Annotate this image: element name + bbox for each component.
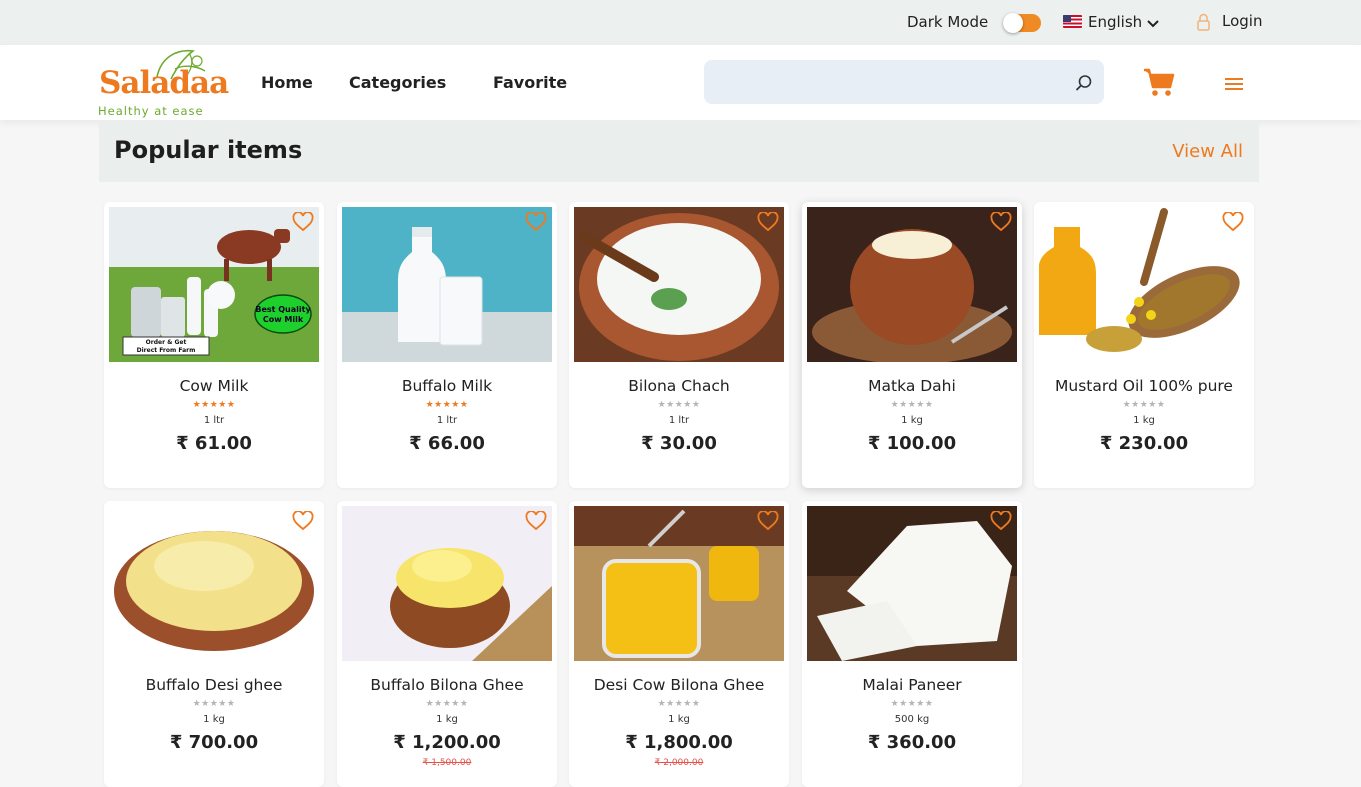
heart-icon[interactable] (757, 511, 779, 531)
product-unit: 1 kg (203, 714, 225, 725)
product-image[interactable] (807, 207, 1017, 362)
heart-icon[interactable] (990, 212, 1012, 232)
product-price: ₹ 66.00 (409, 433, 485, 454)
cart-icon[interactable] (1143, 67, 1175, 97)
product-card-dahi[interactable]: Matka Dahi ★★★★★ 1 kg ₹ 100.00 (802, 202, 1022, 488)
heart-icon[interactable] (990, 511, 1012, 531)
heart-icon[interactable] (525, 212, 547, 232)
nav-categories[interactable]: Categories (349, 73, 446, 92)
product-card-cow-milk[interactable]: Best Quality Cow Milk Order & Get Direct… (104, 202, 324, 488)
rating-stars: ★★★★★ (425, 699, 469, 709)
product-name[interactable]: Buffalo Desi ghee (104, 676, 324, 694)
product-price: ₹ 1,800.00 (625, 732, 733, 753)
popular-items-header: Popular items View All (99, 121, 1259, 182)
product-card-mustard-oil[interactable]: Mustard Oil 100% pure ★★★★★ 1 kg ₹ 230.0… (1034, 202, 1254, 488)
product-name[interactable]: Malai Paneer (802, 676, 1022, 694)
product-price: ₹ 30.00 (641, 433, 717, 454)
rating-stars: ★★★★★ (192, 400, 236, 410)
view-all-link[interactable]: View All (1172, 141, 1243, 162)
product-name[interactable]: Matka Dahi (802, 377, 1022, 395)
dark-mode-label: Dark Mode (907, 13, 989, 31)
product-image[interactable] (574, 506, 784, 661)
product-name[interactable]: Bilona Chach (569, 377, 789, 395)
rating-stars: ★★★★★ (657, 699, 701, 709)
product-unit: 1 ltr (668, 415, 690, 426)
menu-icon[interactable] (1224, 76, 1244, 92)
product-image[interactable]: Best Quality Cow Milk Order & Get Direct… (109, 207, 319, 362)
heart-icon[interactable] (292, 511, 314, 531)
search-icon[interactable] (1075, 74, 1093, 92)
product-price: ₹ 700.00 (169, 732, 259, 753)
saladaa-logo[interactable]: Saladaa Healthy at ease (97, 47, 229, 119)
rating-stars: ★★★★★ (1122, 400, 1166, 410)
rating-stars: ★★★★★ (192, 699, 236, 709)
product-unit: 1 kg (436, 714, 458, 725)
nav-favorite[interactable]: Favorite (493, 73, 567, 92)
product-price: ₹ 61.00 (176, 433, 252, 454)
product-unit: 1 kg (1133, 415, 1155, 426)
product-image[interactable] (342, 207, 552, 362)
product-image[interactable] (109, 506, 319, 661)
rating-stars: ★★★★★ (890, 699, 934, 709)
product-price: ₹ 360.00 (867, 732, 957, 753)
us-flag-icon (1063, 15, 1082, 28)
svg-text:Direct From Farm: Direct From Farm (137, 347, 196, 354)
section-title: Popular items (114, 136, 303, 164)
svg-text:Order & Get: Order & Get (146, 339, 187, 346)
svg-text:Best Quality: Best Quality (255, 305, 311, 314)
product-card-desi-ghee[interactable]: Buffalo Desi ghee ★★★★★ 1 kg ₹ 700.00 (104, 501, 324, 787)
old-price: ₹ 1,500.00 (422, 758, 472, 768)
chevron-down-icon[interactable] (1146, 17, 1160, 31)
logo-wordmark: Saladaa (99, 65, 229, 101)
product-card-bilona-ghee[interactable]: Buffalo Bilona Ghee ★★★★★ 1 kg ₹ 1,200.0… (337, 501, 557, 787)
main-header: Saladaa Healthy at ease Home Categories … (0, 45, 1361, 120)
product-name[interactable]: Buffalo Bilona Ghee (337, 676, 557, 694)
product-card-chach[interactable]: Bilona Chach ★★★★★ 1 ltr ₹ 30.00 (569, 202, 789, 488)
svg-text:Cow Milk: Cow Milk (263, 315, 304, 324)
rating-stars: ★★★★★ (890, 400, 934, 410)
product-card-cow-ghee[interactable]: Desi Cow Bilona Ghee ★★★★★ 1 kg ₹ 1,800.… (569, 501, 789, 787)
heart-icon[interactable] (757, 212, 779, 232)
search-input[interactable] (704, 60, 1104, 104)
login-link[interactable]: Login (1222, 12, 1262, 30)
product-name[interactable]: Cow Milk (104, 377, 324, 395)
heart-icon[interactable] (525, 511, 547, 531)
product-unit: 1 ltr (203, 415, 225, 426)
product-unit: 500 kg (894, 714, 930, 725)
heart-icon[interactable] (1222, 212, 1244, 232)
product-image[interactable] (342, 506, 552, 661)
lock-icon (1197, 13, 1210, 31)
product-card-buffalo-milk[interactable]: Buffalo Milk ★★★★★ 1 ltr ₹ 66.00 (337, 202, 557, 488)
old-price: ₹ 2,000.00 (654, 758, 704, 768)
product-name[interactable]: Desi Cow Bilona Ghee (569, 676, 789, 694)
product-unit: 1 kg (901, 415, 923, 426)
product-price: ₹ 1,200.00 (393, 732, 501, 753)
product-image[interactable] (1039, 207, 1249, 362)
rating-stars: ★★★★★ (657, 400, 701, 410)
logo-tagline: Healthy at ease (98, 104, 204, 118)
dark-mode-toggle[interactable] (1003, 13, 1041, 33)
product-price: ₹ 100.00 (867, 433, 957, 454)
nav-home[interactable]: Home (261, 73, 313, 92)
rating-stars: ★★★★★ (425, 400, 469, 410)
top-utility-bar: Dark Mode English Login (0, 0, 1361, 45)
product-image[interactable] (574, 207, 784, 362)
product-unit: 1 kg (668, 714, 690, 725)
language-selector[interactable]: English (1088, 13, 1142, 31)
product-name[interactable]: Mustard Oil 100% pure (1034, 377, 1254, 395)
product-image[interactable] (807, 506, 1017, 661)
product-price: ₹ 230.00 (1099, 433, 1189, 454)
product-card-paneer[interactable]: Malai Paneer ★★★★★ 500 kg ₹ 360.00 (802, 501, 1022, 787)
heart-icon[interactable] (292, 212, 314, 232)
product-name[interactable]: Buffalo Milk (337, 377, 557, 395)
toggle-knob (1003, 13, 1023, 33)
product-unit: 1 ltr (436, 415, 458, 426)
